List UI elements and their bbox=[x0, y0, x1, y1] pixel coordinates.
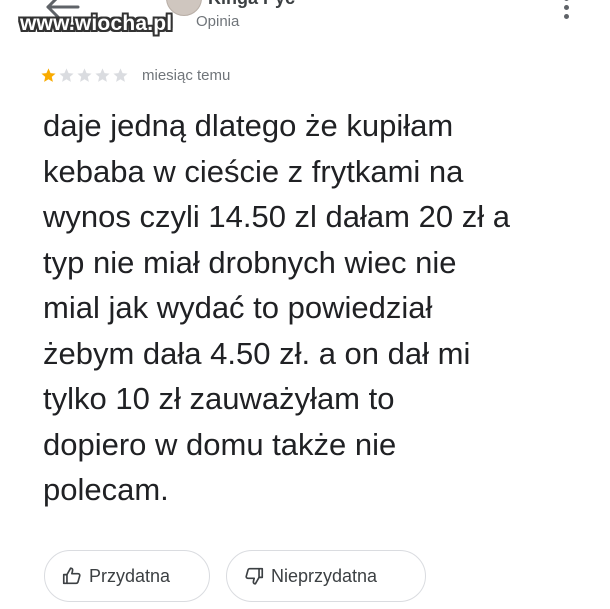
star-empty-icon bbox=[77, 67, 92, 82]
more-vert-icon bbox=[563, 0, 569, 1]
unhelpful-button[interactable]: Nieprzydatna bbox=[226, 550, 426, 602]
helpful-label: Przydatna bbox=[89, 565, 171, 586]
review-actions: Przydatna Nieprzydatna bbox=[44, 550, 426, 602]
thumb-up-icon bbox=[62, 567, 81, 585]
rating-row: miesiąc temu bbox=[40, 64, 230, 86]
watermark: www.wiocha.pl bbox=[20, 12, 173, 35]
review-kind-label: Opinia bbox=[196, 13, 240, 30]
review-header: Kinga Pyc Opinia www.wiocha.pl bbox=[0, 0, 610, 46]
star-empty-icon bbox=[113, 67, 128, 82]
unhelpful-label: Nieprzydatna bbox=[271, 565, 378, 586]
star-filled-icon bbox=[41, 67, 56, 82]
review-text: daje jedną dlatego że kupiłam kebaba w c… bbox=[43, 108, 510, 507]
star-rating bbox=[40, 67, 130, 84]
review-time: miesiąc temu bbox=[142, 66, 231, 84]
thumb-down-icon bbox=[245, 567, 264, 585]
author-name[interactable]: Kinga Pyc bbox=[208, 0, 295, 9]
more-options-button[interactable] bbox=[556, 0, 576, 22]
star-empty-icon bbox=[95, 67, 110, 82]
helpful-button[interactable]: Przydatna bbox=[44, 550, 210, 602]
star-empty-icon bbox=[59, 67, 74, 82]
